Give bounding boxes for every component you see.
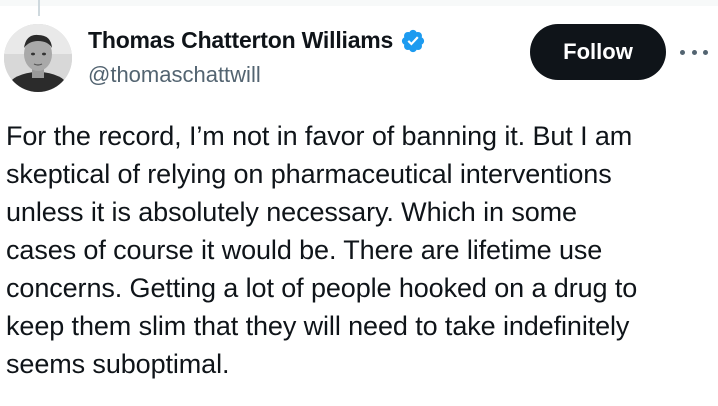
tweet-text-line: seems suboptimal. <box>6 349 230 379</box>
author-name-row: Thomas Chatterton Williams <box>88 27 426 54</box>
avatar-photo <box>4 24 72 92</box>
tweet-text-line: keep them slim that they will need to ta… <box>6 311 630 341</box>
tweet-text-line: skeptical of relying on pharmaceutical i… <box>6 159 612 189</box>
tweet-text-line: unless it is absolutely necessary. Which… <box>6 197 577 227</box>
more-dot <box>703 49 708 55</box>
more-horizontal-icon[interactable] <box>680 40 708 64</box>
follow-button[interactable]: Follow <box>530 24 666 80</box>
display-name[interactable]: Thomas Chatterton Williams <box>88 27 393 54</box>
tweet-text-line: cases of course it would be. There are l… <box>6 235 603 265</box>
previous-tweet-strip <box>0 0 718 6</box>
tweet-text-line: For the record, I’m not in favor of bann… <box>6 121 633 151</box>
more-dot <box>691 49 697 55</box>
more-dot <box>680 49 685 55</box>
verified-badge-icon[interactable] <box>400 28 426 54</box>
thread-connector-line <box>38 0 40 16</box>
tweet-text: For the record, I’m not in favor of bann… <box>6 117 714 383</box>
author-handle[interactable]: @thomaschattwill <box>88 62 261 88</box>
tweet-text-line: concerns. Getting a lot of people hooked… <box>6 273 638 303</box>
avatar[interactable] <box>4 24 72 92</box>
